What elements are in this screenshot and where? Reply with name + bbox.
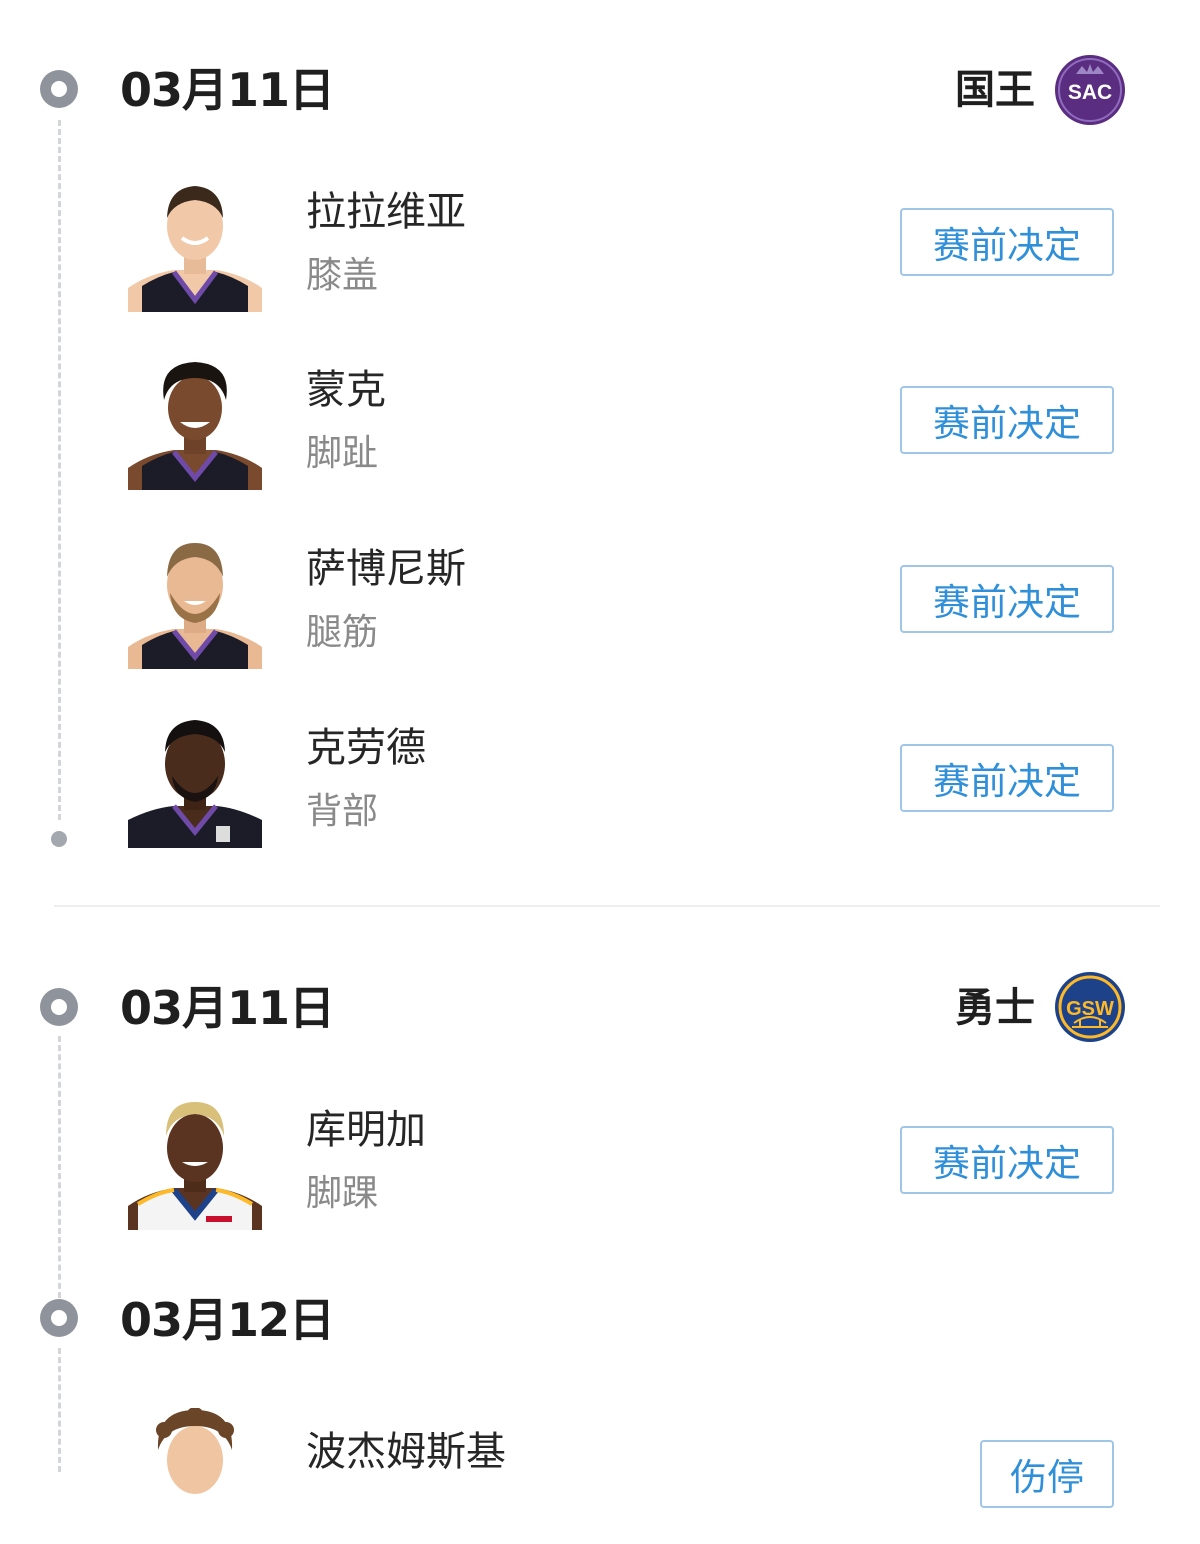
player-name: 库明加 — [306, 1107, 426, 1153]
player-row[interactable]: 蒙克 脚趾 赛前决定 — [0, 356, 1200, 492]
injury-part: 腿筋 — [306, 612, 379, 653]
injury-part: 膝盖 — [306, 255, 379, 296]
section-date: 03月12日 — [120, 1293, 335, 1347]
player-name: 克劳德 — [306, 725, 426, 771]
player-row[interactable]: 波杰姆斯基 伤停 — [0, 1408, 1200, 1544]
player-row[interactable]: 萨博尼斯 腿筋 赛前决定 — [0, 535, 1200, 671]
section-date: 03月11日 — [120, 981, 335, 1035]
timeline-dot — [40, 988, 78, 1026]
player-name: 拉拉维亚 — [306, 189, 466, 235]
player-row[interactable]: 克劳德 背部 赛前决定 — [0, 714, 1200, 850]
player-row[interactable]: 拉拉维亚 膝盖 赛前决定 — [0, 178, 1200, 314]
player-avatar — [128, 356, 262, 490]
timeline-dot — [40, 1299, 78, 1337]
section-divider — [54, 905, 1160, 907]
status-button[interactable]: 赛前决定 — [900, 565, 1114, 633]
player-name: 蒙克 — [306, 367, 386, 413]
status-button[interactable]: 赛前决定 — [900, 1126, 1114, 1194]
player-name: 萨博尼斯 — [306, 546, 466, 592]
timeline-dot — [40, 70, 78, 108]
injury-part: 脚趾 — [306, 433, 379, 474]
status-button[interactable]: 赛前决定 — [900, 208, 1114, 276]
injury-part: 背部 — [306, 791, 379, 832]
player-name: 波杰姆斯基 — [306, 1429, 506, 1475]
player-avatar — [128, 1408, 262, 1542]
svg-text:SAC: SAC — [1068, 81, 1112, 104]
team-name[interactable]: 国王 — [955, 70, 1035, 110]
player-row[interactable]: 库明加 脚踝 赛前决定 — [0, 1096, 1200, 1232]
player-avatar — [128, 535, 262, 669]
section-date: 03月11日 — [120, 63, 335, 117]
status-button[interactable]: 伤停 — [980, 1440, 1114, 1508]
status-button[interactable]: 赛前决定 — [900, 744, 1114, 812]
player-avatar — [128, 178, 262, 312]
kings-logo-icon[interactable]: SAC — [1054, 54, 1126, 126]
player-avatar — [128, 1096, 262, 1230]
status-label: 伤停 — [1010, 1456, 1084, 1499]
warriors-logo-icon[interactable]: GSW — [1054, 971, 1126, 1043]
injury-part: 脚踝 — [306, 1173, 379, 1214]
player-avatar — [128, 714, 262, 848]
status-button[interactable]: 赛前决定 — [900, 386, 1114, 454]
team-name[interactable]: 勇士 — [955, 988, 1035, 1028]
